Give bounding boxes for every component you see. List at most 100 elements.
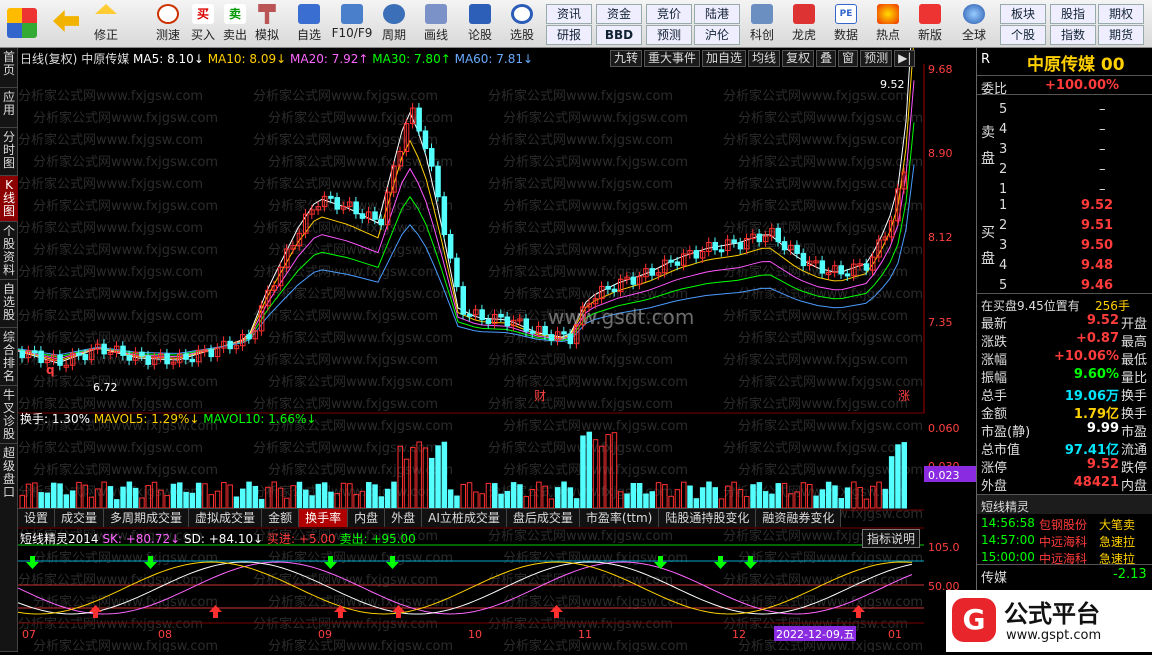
bg-watermark: 分析家公式网www.fxjgsw.com <box>503 418 688 434</box>
ask-price: – <box>1099 122 1106 137</box>
btn-window[interactable]: 窗 <box>838 50 859 67</box>
indicator-help-button[interactable]: 指标说明 <box>862 529 921 548</box>
right-btn-1[interactable]: 股指 <box>1050 4 1096 24</box>
tab-12[interactable]: 融资融券变化 <box>756 509 842 527</box>
right-btn-3[interactable]: 个股 <box>1000 25 1046 45</box>
tab-1[interactable]: 成交量 <box>55 509 105 527</box>
volume-bar <box>775 483 781 509</box>
grid-btn-0[interactable]: 资讯 <box>546 4 592 24</box>
grid-btn-7[interactable]: 沪伦 <box>694 25 740 45</box>
tab-5[interactable]: 换手率 <box>299 509 349 527</box>
nav-diagnosis[interactable]: 牛叉诊股 <box>0 386 18 444</box>
pin-icon[interactable]: ▶| <box>894 50 916 67</box>
nav-superpanel[interactable]: 超级盘口 <box>0 444 18 652</box>
lh-icon <box>793 4 815 24</box>
tab-3[interactable]: 虚拟成交量 <box>189 509 263 527</box>
tab-7[interactable]: 外盘 <box>385 509 423 527</box>
right-btn-4[interactable]: 指数 <box>1050 25 1096 45</box>
high-label: 9.52 <box>880 78 905 91</box>
bid-row[interactable]: 3 9.50 <box>977 236 1152 256</box>
volume-bar <box>454 495 460 509</box>
sprite-item[interactable]: 15:00:00 中远海科 急速拉 <box>977 548 1152 566</box>
toolbar-btn-1[interactable]: 测速 <box>150 2 186 46</box>
ask-row[interactable]: 2– <box>977 160 1152 180</box>
bid-row[interactable]: 4 9.48 <box>977 256 1152 276</box>
btn-overlay[interactable]: 叠 <box>816 50 837 67</box>
kc-icon <box>751 4 773 24</box>
candle-body <box>38 350 44 364</box>
grid-btn-2[interactable]: 竞价 <box>646 4 692 24</box>
volume-bar <box>447 489 454 509</box>
right-btn-5[interactable]: 期货 <box>1098 25 1144 45</box>
toolbar-btn-12[interactable]: 龙虎 <box>786 2 822 46</box>
nav-watchlist[interactable]: 自选股 <box>0 280 18 328</box>
toolbar-btn-4[interactable]: 模拟 <box>252 2 282 46</box>
sprite-item[interactable]: 14:57:00 中远海科 急速拉 <box>977 531 1152 549</box>
tab-2[interactable]: 多周期成交量 <box>104 509 190 527</box>
nav-kline[interactable]: K线图 <box>0 176 18 222</box>
toolbar-btn-2[interactable]: 买 买入 <box>188 2 218 46</box>
candle-body <box>674 261 681 266</box>
tab-9[interactable]: 盘后成交量 <box>507 509 580 527</box>
tab-6[interactable]: 内盘 <box>348 509 386 527</box>
grid-btn-5[interactable]: BBD <box>596 25 642 45</box>
toolbar-btn-3[interactable]: 卖 卖出 <box>220 2 250 46</box>
toolbar-btn-14[interactable]: 热点 <box>870 2 906 46</box>
toolbar-btn-13[interactable]: PE 数据 <box>828 2 864 46</box>
ask-row[interactable]: 3– <box>977 140 1152 160</box>
grid-btn-3[interactable]: 陆港 <box>694 4 740 24</box>
btn-ma[interactable]: 均线 <box>748 50 781 67</box>
tab-11[interactable]: 陆股通持股变化 <box>659 509 757 527</box>
grid-btn-6[interactable]: 预测 <box>646 25 692 45</box>
toolbar-label: 选股 <box>509 28 534 42</box>
bg-watermark: 分析家公式网www.fxjgsw.com <box>33 110 218 126</box>
toolbar-btn-6[interactable]: F10/F9 <box>330 2 374 46</box>
right-btn-2[interactable]: 期权 <box>1098 4 1144 24</box>
nav-profile[interactable]: 个股资料 <box>0 222 18 280</box>
toolbar-btn-7[interactable]: 周期 <box>376 2 412 46</box>
btn-adjust[interactable]: 复权 <box>782 50 815 67</box>
month-1: 08 <box>158 628 172 641</box>
toolbar-btn-15[interactable]: 新版 <box>912 2 948 46</box>
tab-4[interactable]: 金额 <box>262 509 300 527</box>
toolbar-btn-5[interactable]: 自选 <box>292 2 326 46</box>
toolbar-btn-8[interactable]: 画线 <box>418 2 454 46</box>
period-label[interactable]: 日线(复权) <box>20 52 77 66</box>
btn-add-watch[interactable]: 加自选 <box>702 50 747 67</box>
ask-row[interactable]: 5– <box>977 100 1152 120</box>
toolbar-btn-10[interactable]: 选股 <box>504 2 540 46</box>
toolbar-btn-11[interactable]: 科创 <box>744 2 780 46</box>
bid-row[interactable]: 2 9.51 <box>977 216 1152 236</box>
ask-row[interactable]: 4– <box>977 120 1152 140</box>
chart-area[interactable]: 分析家公式网www.fxjgsw.com 分析家公式网www.fxjgsw.com… <box>17 0 976 654</box>
candle-body <box>82 354 88 361</box>
toolbar-btn-16[interactable]: 全球 <box>956 2 992 46</box>
bid-row[interactable]: 1 9.52 <box>977 196 1152 216</box>
nav-ranking[interactable]: 综合排名 <box>0 328 18 386</box>
candle-body <box>57 354 63 366</box>
toolbar-btn-9[interactable]: 论股 <box>462 2 498 46</box>
candle-body <box>466 313 473 317</box>
tab-8[interactable]: AI立桩成交量 <box>422 509 507 527</box>
btn-forecast[interactable]: 预测 <box>860 50 893 67</box>
right-btn-0[interactable]: 板块 <box>1000 4 1046 24</box>
grid-btn-4[interactable]: 研报 <box>546 25 592 45</box>
nav-home[interactable]: 首页 <box>0 48 18 88</box>
marker-q: q <box>46 363 55 377</box>
nav-timeshare[interactable]: 分时图 <box>0 128 18 176</box>
back-button[interactable] <box>48 2 84 46</box>
candle-body <box>605 285 611 290</box>
sprite-item[interactable]: 14:56:58 包钢股份 大笔卖 <box>977 514 1152 532</box>
logo-url: www.gspt.com <box>1006 628 1102 643</box>
tab-0[interactable]: 设置 <box>18 509 56 527</box>
btn-jiuzhuan[interactable]: 九转 <box>610 50 643 67</box>
nav-apps[interactable]: 应用 <box>0 88 18 128</box>
volume-bar <box>580 435 586 509</box>
btn-events[interactable]: 重大事件 <box>644 50 701 67</box>
volume-bar <box>372 484 378 509</box>
bg-watermark: 分析家公式网www.fxjgsw.com <box>488 396 673 412</box>
toolbar-btn-0[interactable]: 修正 <box>88 2 124 46</box>
menu-grid-button[interactable] <box>4 2 40 46</box>
tab-10[interactable]: 市盈率(ttm) <box>580 509 660 527</box>
grid-btn-1[interactable]: 资金 <box>596 4 642 24</box>
